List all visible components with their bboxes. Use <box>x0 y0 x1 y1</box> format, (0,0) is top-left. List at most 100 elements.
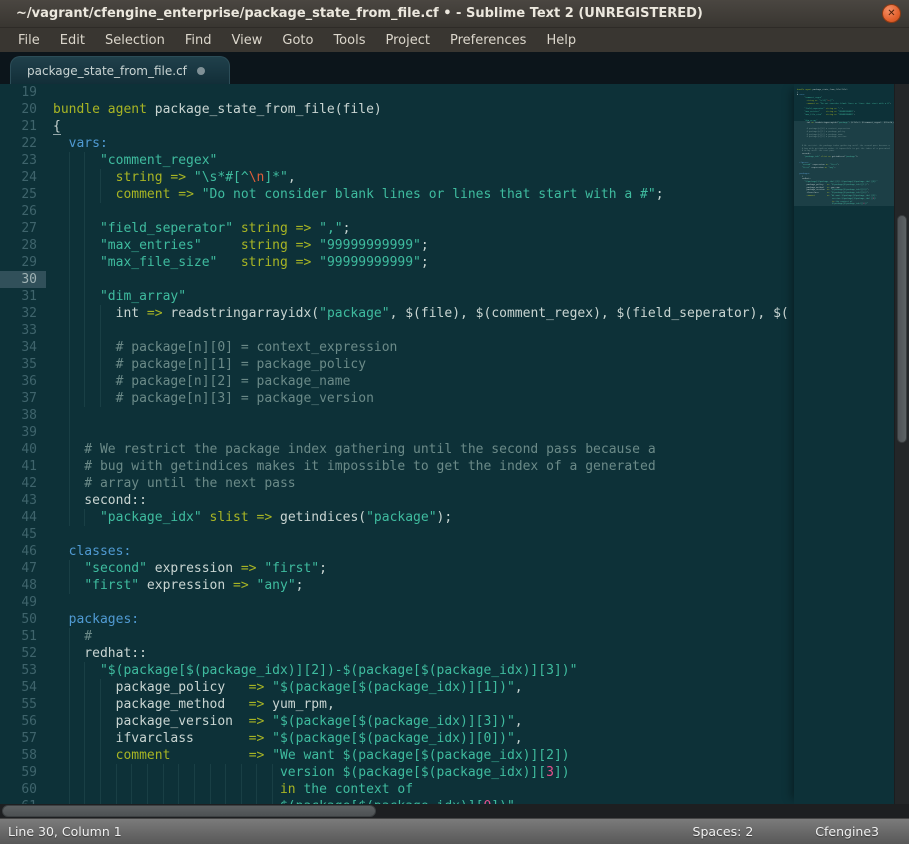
line-number[interactable]: 20 <box>0 101 46 118</box>
token-k: => <box>296 238 312 253</box>
line-number[interactable]: 28 <box>0 237 46 254</box>
line-number[interactable]: 60 <box>0 781 46 798</box>
line-number[interactable]: 35 <box>0 356 46 373</box>
minimap[interactable]: bundle agent package_state_from_file(fil… <box>794 84 894 804</box>
line-number[interactable]: 21 <box>0 118 46 135</box>
line-number[interactable]: 30 <box>0 271 46 288</box>
indent-guide <box>84 322 85 339</box>
line-number[interactable]: 29 <box>0 254 46 271</box>
token-p <box>53 221 100 236</box>
line-number[interactable]: 55 <box>0 696 46 713</box>
token-k: => <box>249 748 265 763</box>
line-number[interactable]: 22 <box>0 135 46 152</box>
line-number[interactable]: 51 <box>0 628 46 645</box>
token-p <box>264 680 272 695</box>
line-number[interactable]: 47 <box>0 560 46 577</box>
line-number[interactable]: 31 <box>0 288 46 305</box>
indent-guide <box>84 509 85 526</box>
token-p <box>53 510 100 525</box>
line-number[interactable]: 44 <box>0 509 46 526</box>
menu-item-view[interactable]: View <box>222 30 273 51</box>
token-p: ifvarclass <box>53 731 249 746</box>
line-number[interactable]: 40 <box>0 441 46 458</box>
indent-guide <box>69 220 70 237</box>
code-line: classes: <box>46 543 794 560</box>
menu-item-help[interactable]: Help <box>536 30 586 51</box>
indent-guide <box>69 203 70 220</box>
line-number[interactable]: 19 <box>0 84 46 101</box>
token-p: ; <box>421 255 429 270</box>
token-s: "$(package[$(package_idx)][0])" <box>272 731 515 746</box>
line-number[interactable]: 56 <box>0 713 46 730</box>
menu-item-goto[interactable]: Goto <box>272 30 323 51</box>
token-k: => <box>178 187 194 202</box>
line-number[interactable]: 58 <box>0 747 46 764</box>
line-number[interactable]: 24 <box>0 169 46 186</box>
vertical-scrollbar[interactable] <box>894 84 909 804</box>
line-number[interactable]: 38 <box>0 407 46 424</box>
line-number[interactable]: 41 <box>0 458 46 475</box>
token-p <box>288 221 296 236</box>
vertical-scrollbar-thumb[interactable] <box>897 215 907 443</box>
token-p: package_policy <box>53 680 249 695</box>
token-b: packages: <box>69 612 139 627</box>
code-area[interactable]: bundle agent package_state_from_file(fil… <box>46 84 794 804</box>
horizontal-scrollbar-thumb[interactable] <box>2 805 376 817</box>
line-number[interactable]: 27 <box>0 220 46 237</box>
line-number[interactable]: 52 <box>0 645 46 662</box>
indent-guide <box>69 713 70 730</box>
code-line: ifvarclass => "$(package[$(package_idx)]… <box>46 730 794 747</box>
menu-item-preferences[interactable]: Preferences <box>440 30 536 51</box>
token-p <box>53 289 100 304</box>
line-number[interactable]: 48 <box>0 577 46 594</box>
indent-setting[interactable]: Spaces: 2 <box>693 824 754 839</box>
indent-guide <box>225 764 226 781</box>
indent-guide <box>84 764 85 781</box>
line-number[interactable]: 43 <box>0 492 46 509</box>
line-number[interactable]: 46 <box>0 543 46 560</box>
close-button[interactable]: ✕ <box>882 4 901 23</box>
line-number[interactable]: 54 <box>0 679 46 696</box>
syntax-mode[interactable]: Cfengine3 <box>815 824 879 839</box>
title-bar[interactable]: ~/vagrant/cfengine_enterprise/package_st… <box>0 0 909 28</box>
tab-label: package_state_from_file.cf <box>27 64 187 78</box>
code-line: package_method => yum_rpm, <box>46 696 794 713</box>
line-number[interactable]: 39 <box>0 424 46 441</box>
line-number[interactable]: 34 <box>0 339 46 356</box>
horizontal-scrollbar[interactable] <box>0 804 909 818</box>
token-e: \n <box>249 170 265 185</box>
line-number[interactable]: 37 <box>0 390 46 407</box>
line-number[interactable]: 45 <box>0 526 46 543</box>
line-number[interactable]: 32 <box>0 305 46 322</box>
line-number[interactable]: 59 <box>0 764 46 781</box>
tab-package-state-from-file[interactable]: package_state_from_file.cf <box>10 56 230 84</box>
line-number[interactable]: 42 <box>0 475 46 492</box>
token-s: "$(package[$(package_idx)][2])-$(package… <box>100 663 577 678</box>
token-p: second:: <box>53 493 147 508</box>
menu-item-project[interactable]: Project <box>375 30 439 51</box>
menu-item-selection[interactable]: Selection <box>95 30 175 51</box>
line-number[interactable]: 36 <box>0 373 46 390</box>
line-number[interactable]: 53 <box>0 662 46 679</box>
token-s: ]*" <box>264 170 287 185</box>
indent-guide <box>69 747 70 764</box>
line-number[interactable]: 57 <box>0 730 46 747</box>
menu-item-find[interactable]: Find <box>175 30 222 51</box>
indent-guide <box>69 390 70 407</box>
code-line: comment => "Do not consider blank lines … <box>46 186 794 203</box>
line-number-gutter[interactable]: 1920212223242526272829303132333435363738… <box>0 84 46 804</box>
code-line <box>46 322 794 339</box>
line-number[interactable]: 23 <box>0 152 46 169</box>
indent-guide <box>69 662 70 679</box>
line-number[interactable]: 50 <box>0 611 46 628</box>
line-number[interactable]: 26 <box>0 203 46 220</box>
line-number[interactable]: 33 <box>0 322 46 339</box>
token-c: # bug with getindices makes it impossibl… <box>53 459 656 474</box>
line-number[interactable]: 49 <box>0 594 46 611</box>
line-number[interactable]: 25 <box>0 186 46 203</box>
token-s <box>53 782 280 797</box>
menu-item-file[interactable]: File <box>8 30 50 51</box>
menu-item-tools[interactable]: Tools <box>323 30 375 51</box>
menu-item-edit[interactable]: Edit <box>50 30 95 51</box>
minimap-viewport[interactable] <box>794 121 894 206</box>
